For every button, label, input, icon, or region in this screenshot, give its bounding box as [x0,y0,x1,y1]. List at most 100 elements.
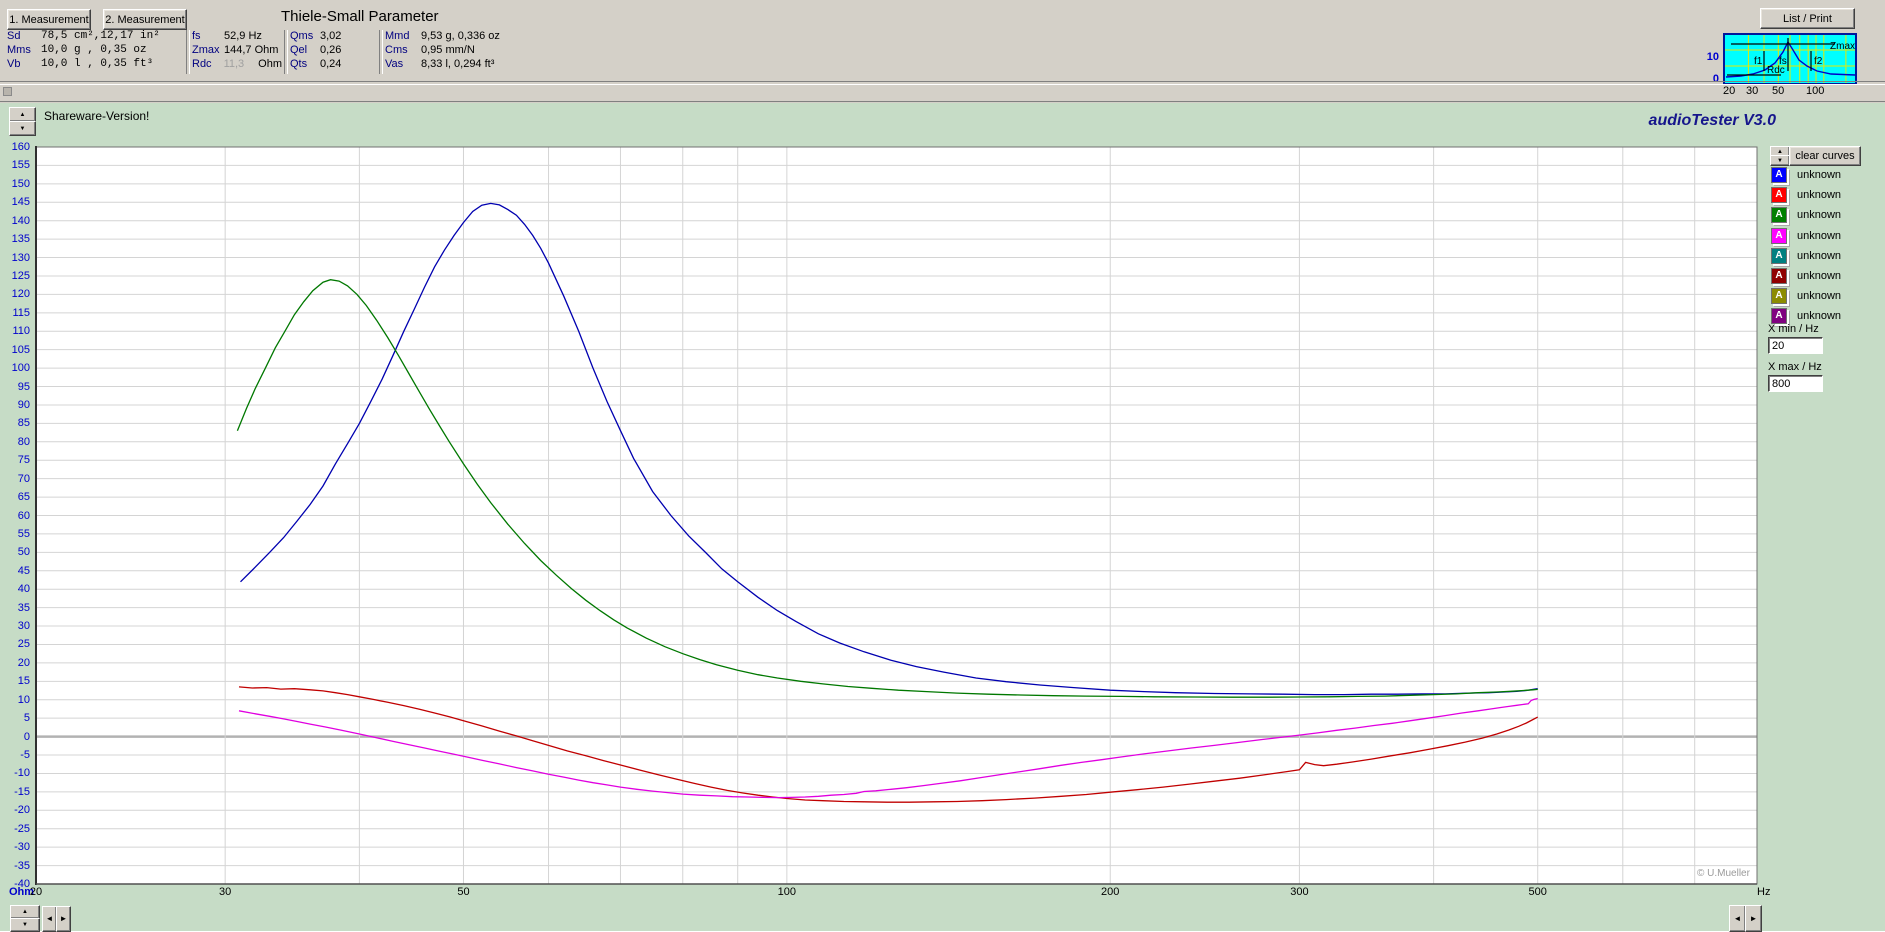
copyright-note: © U.Mueller [1697,868,1750,879]
y-tick-30: 30 [17,620,30,633]
xmin-input[interactable] [1768,337,1823,354]
param-label: Vas [385,58,404,70]
y-tick-75: 75 [17,454,30,467]
param-row: Sd 78,5 cm²,12,17 in² [7,29,183,43]
svg-text:f2: f2 [1814,56,1823,67]
column-separator [284,30,288,74]
scroll-right-button[interactable]: ► [56,906,71,932]
right-arrow-icon: ► [59,914,68,923]
x-tick-300: 300 [1290,886,1309,898]
param-label: Cms [385,44,408,56]
y-tick--5: -5 [20,749,30,762]
scroll-up-button[interactable]: ▲ [10,905,40,919]
legend-item-4[interactable]: Aunknown [1771,227,1841,245]
legend-item-5[interactable]: Aunknown [1771,247,1841,265]
y-tick-125: 125 [11,269,30,282]
curve-color-icon: A [1771,308,1787,325]
param-value: 10,0 l , 0,35 ft³ [41,58,154,70]
curve-color-icon: A [1771,247,1787,264]
thumb-xtick-100: 100 [1806,85,1825,97]
param-label: fs [192,30,201,42]
param-label: Rdc [192,58,212,70]
x-tick-30: 30 [219,886,232,898]
y-tick--25: -25 [14,822,30,835]
y-tick--30: -30 [14,841,30,854]
param-row: Vb 10,0 l , 0,35 ft³ [7,57,183,71]
scroll-left-button-right[interactable]: ◄ [1729,905,1746,932]
y-tick-5: 5 [23,712,30,725]
y-tick-90: 90 [17,398,30,411]
scroll-left-button[interactable]: ◄ [42,906,57,932]
list-print-button[interactable]: List / Print [1760,8,1855,29]
y-tick-135: 135 [11,233,30,246]
y-tick-50: 50 [17,546,30,559]
up-arrow-icon: ▲ [22,909,28,915]
param-row: Cms 0,95 mm/N [385,43,535,57]
legend-label: unknown [1797,189,1842,202]
xmax-input[interactable] [1768,375,1823,392]
y-tick-40: 40 [17,583,30,596]
y-tick-85: 85 [17,417,30,430]
impedance-thumbnail-chart: Zmax f1 fs f2 Rdc [1723,33,1857,85]
curve-color-icon: A [1771,268,1787,284]
xmin-label: X min / Hz [1768,323,1819,335]
measurement-2-button[interactable]: 2. Measurement [103,9,187,30]
param-value: 144,7 Ohm [224,44,279,56]
x-axis-unit-label: Hz [1757,886,1771,898]
impedance-plot [35,146,1758,885]
scroll-right-button-right[interactable]: ► [1745,905,1762,932]
toolbar-grip-icon [3,87,12,96]
legend-item-7[interactable]: Aunknown [1771,287,1841,305]
param-column-mmd-cms-vas: Mmd 9,53 g, 0,336 oz Cms 0,95 mm/N Vas 8,33 l… [385,29,535,71]
legend-label: unknown [1797,249,1842,262]
down-arrow-icon: ▼ [1777,157,1783,164]
left-arrow-icon: ◄ [45,914,54,923]
param-label: Mms [7,44,31,56]
curve-color-icon: A [1771,187,1787,204]
legend-item-6[interactable]: Aunknown [1771,267,1841,285]
curve-color-icon: A [1771,167,1787,183]
left-arrow-icon: ◄ [1733,913,1742,923]
legend-item-1[interactable]: Aunknown [1771,166,1841,184]
page-title: Thiele-Small Parameter [281,8,439,25]
header-panel: 1. Measurement 2. Measurement Thiele-Sma… [0,0,1885,105]
xmax-label: X max / Hz [1768,361,1822,373]
curve-color-icon: A [1771,207,1787,224]
y-tick-10: 10 [17,693,30,706]
param-value: 8,33 l, 0,294 ft³ [421,58,495,70]
y-tick-115: 115 [12,306,30,319]
svg-text:Zmax: Zmax [1830,41,1855,52]
svg-text:Rdc: Rdc [1767,65,1785,76]
thumb-ytick-10: 10 [1706,51,1719,63]
y-tick-150: 150 [11,177,30,190]
param-value: 3,02 [320,30,342,42]
param-row: Vas 8,33 l, 0,294 ft³ [385,57,535,71]
thumb-xtick-30: 30 [1746,85,1759,97]
param-row: Qts 0,24 [290,57,374,71]
curve-select-down-button[interactable]: ▼ [1770,155,1790,166]
y-tick-100: 100 [11,362,30,375]
legend-item-3[interactable]: Aunknown [1771,206,1841,224]
y-tick-20: 20 [17,656,30,669]
legend-item-2[interactable]: Aunknown [1771,186,1841,204]
param-value: 10,0 g , 0,35 oz [41,44,147,56]
param-value: 52,9 Hz [224,30,262,42]
legend-label: unknown [1797,169,1842,181]
y-tick-145: 145 [11,196,30,209]
param-column-sd-mms-vb: Sd 78,5 cm²,12,17 in² Mms 10,0 g , 0,35 oz V… [7,29,183,71]
param-label: Vb [7,58,21,70]
measurement-1-button[interactable]: 1. Measurement [7,9,91,30]
y-tick--35: -35 [14,859,30,872]
param-row: Qel 0,26 [290,43,374,57]
clear-curves-button[interactable]: clear curves [1789,146,1861,166]
param-value: 78,5 cm²,12,17 in² [41,30,160,42]
thumb-xtick-20: 20 [1723,85,1736,97]
param-value: 0,24 [320,58,342,70]
legend-label: unknown [1797,270,1842,282]
y-tick-130: 130 [11,251,30,264]
param-row: Rdc 11,3 Ohm [192,57,282,71]
scroll-down-button[interactable]: ▼ [10,918,40,932]
y-tick-35: 35 [17,601,30,614]
legend-label: unknown [1797,229,1842,242]
param-column-fs-zmax-rdc: fs 52,9 Hz Zmax 144,7 Ohm Rdc 11,3 Ohm [192,29,282,71]
